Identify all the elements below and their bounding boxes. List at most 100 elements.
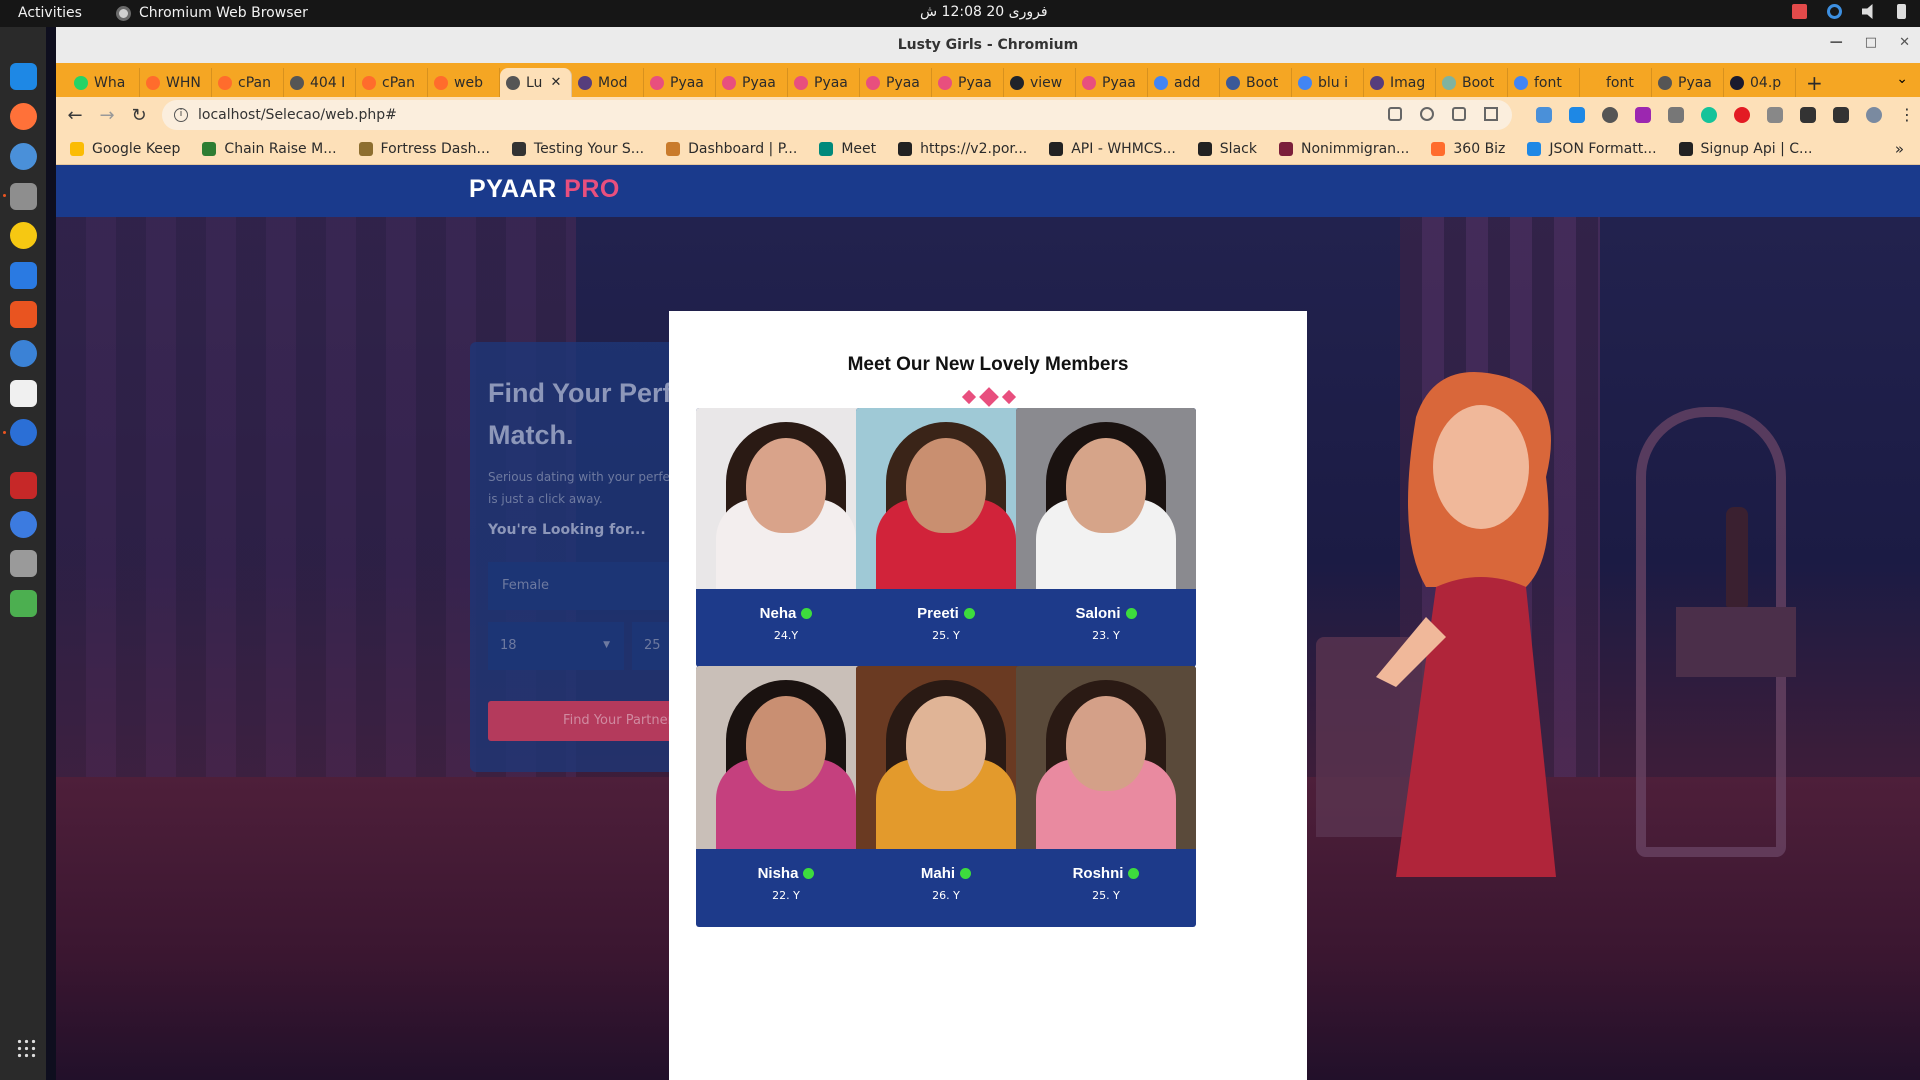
rhythmbox-icon[interactable] [10,222,37,249]
volume-icon[interactable] [1862,4,1873,19]
menu-icon[interactable]: ⋮ [1899,107,1915,123]
browser-tab[interactable]: Pyaa [932,68,1004,97]
browser-tab[interactable]: Pyaa [644,68,716,97]
browser-tab[interactable]: view [1004,68,1076,97]
browser-tab[interactable]: 04.p [1724,68,1796,97]
browser-tab[interactable]: Pyaa [788,68,860,97]
zoom-icon[interactable] [1420,107,1434,121]
browser-tab[interactable]: Mod [572,68,644,97]
url-text[interactable]: localhost/Selecao/web.php# [198,107,397,123]
browser-tab[interactable]: Lu ✕ [500,68,572,97]
age-from-select[interactable]: 18 ▼ [488,622,624,670]
bookmark-item[interactable]: JSON Formatt... [1527,141,1657,157]
bookmark-item[interactable]: Slack [1197,141,1257,157]
browser-tab[interactable]: Pyaa [860,68,932,97]
member-photo[interactable] [856,666,1036,849]
key-icon[interactable] [1388,107,1402,121]
help-icon[interactable] [10,340,37,367]
grammarly-icon[interactable] [1701,107,1717,123]
member-card[interactable]: Saloni 23. Y [1016,408,1196,667]
extension-icon[interactable] [1767,107,1783,123]
bookmark-item[interactable]: Fortress Dash... [358,141,490,157]
browser-tab[interactable]: Wha [68,68,140,97]
app-menu[interactable]: Chromium Web Browser [116,5,308,21]
share-icon[interactable] [1452,107,1466,121]
extension-icon[interactable] [1569,107,1585,123]
reload-icon[interactable]: ↻ [130,105,148,126]
bookmark-star-icon[interactable] [1484,107,1498,121]
tab-search-icon[interactable]: ⌄ [1896,71,1908,87]
browser-tab[interactable]: Boot [1220,68,1292,97]
browser-tab[interactable]: Pyaa [1652,68,1724,97]
browser-tab[interactable]: Pyaa [716,68,788,97]
filezilla-icon[interactable] [10,472,37,499]
browser-tab[interactable]: font [1508,68,1580,97]
software-icon[interactable] [10,301,37,328]
address-bar[interactable]: i localhost/Selecao/web.php# [162,100,1512,130]
clock[interactable]: فروری 20 12:08 ش [920,4,1048,20]
files-icon[interactable] [10,183,37,210]
extension-icon[interactable] [1635,107,1651,123]
member-name[interactable]: Mahi [921,865,955,882]
member-name[interactable]: Saloni [1075,605,1120,622]
vscode-icon[interactable] [10,63,37,90]
member-name[interactable]: Preeti [917,605,959,622]
member-card[interactable]: Nisha 22. Y [696,666,876,927]
indicator-icon[interactable] [1792,4,1807,19]
disk-icon[interactable] [10,550,37,577]
bookmark-item[interactable]: API - WHMCS... [1049,141,1176,157]
activities-button[interactable]: Activities [18,5,82,21]
bookmark-item[interactable]: Dashboard | P... [666,141,797,157]
browser-tab[interactable]: font [1580,68,1652,97]
member-card[interactable]: Roshni 25. Y [1016,666,1196,927]
site-logo[interactable]: PYAAR PRO [469,175,620,204]
chromium-dock-icon[interactable] [10,419,37,446]
bookmark-item[interactable]: Nonimmigran... [1278,141,1409,157]
member-photo[interactable] [696,666,876,849]
browser-tab[interactable]: cPan [212,68,284,97]
member-card[interactable]: Neha 24.Y [696,408,876,667]
site-info-icon[interactable]: i [174,108,188,122]
firefox-icon[interactable] [10,103,37,130]
maximize-icon[interactable]: □ [1865,35,1877,50]
bookmark-item[interactable]: Chain Raise M... [202,141,337,157]
member-photo[interactable] [1016,666,1196,849]
new-tab-button[interactable]: + [1806,69,1823,97]
member-photo[interactable] [856,408,1036,589]
opera-icon[interactable] [1734,107,1750,123]
phpmyadmin-icon[interactable] [10,380,37,407]
browser-tab[interactable]: web [428,68,500,97]
browser-tab[interactable]: Boot [1436,68,1508,97]
thunderbird-icon[interactable] [10,143,37,170]
browser-tab[interactable]: add [1148,68,1220,97]
member-name[interactable]: Neha [760,605,797,622]
trash-icon[interactable] [10,590,37,617]
browser-tab[interactable]: WHN [140,68,212,97]
show-apps-icon[interactable] [16,1038,36,1058]
bookmark-item[interactable]: Google Keep [70,141,180,157]
extension-icon[interactable] [1602,107,1618,123]
close-tab-icon[interactable]: ✕ [550,75,561,90]
writer-icon[interactable] [10,262,37,289]
sync-icon[interactable] [1827,4,1842,19]
system-tray[interactable] [1792,4,1906,19]
bookmark-item[interactable]: Signup Api | C... [1678,141,1812,157]
browser-tab[interactable]: Pyaa [1076,68,1148,97]
extension-icon[interactable] [1668,107,1684,123]
browser-tab[interactable]: Imag [1364,68,1436,97]
close-icon[interactable]: ✕ [1899,35,1910,50]
browser-tab[interactable]: 404 I [284,68,356,97]
bookmark-item[interactable]: Meet [819,141,876,157]
browser-tab[interactable]: blu i [1292,68,1364,97]
member-card[interactable]: Preeti 25. Y [856,408,1036,667]
member-card[interactable]: Mahi 26. Y [856,666,1036,927]
member-photo[interactable] [696,408,876,589]
bookmark-item[interactable]: https://v2.por... [898,141,1027,157]
member-name[interactable]: Roshni [1073,865,1124,882]
sidepanel-icon[interactable] [1833,107,1849,123]
bookmark-item[interactable]: Testing Your S... [511,141,644,157]
battery-icon[interactable] [1897,4,1906,19]
profile-icon[interactable] [1866,107,1882,123]
browser-tab[interactable]: cPan [356,68,428,97]
puzzle-icon[interactable] [1800,107,1816,123]
